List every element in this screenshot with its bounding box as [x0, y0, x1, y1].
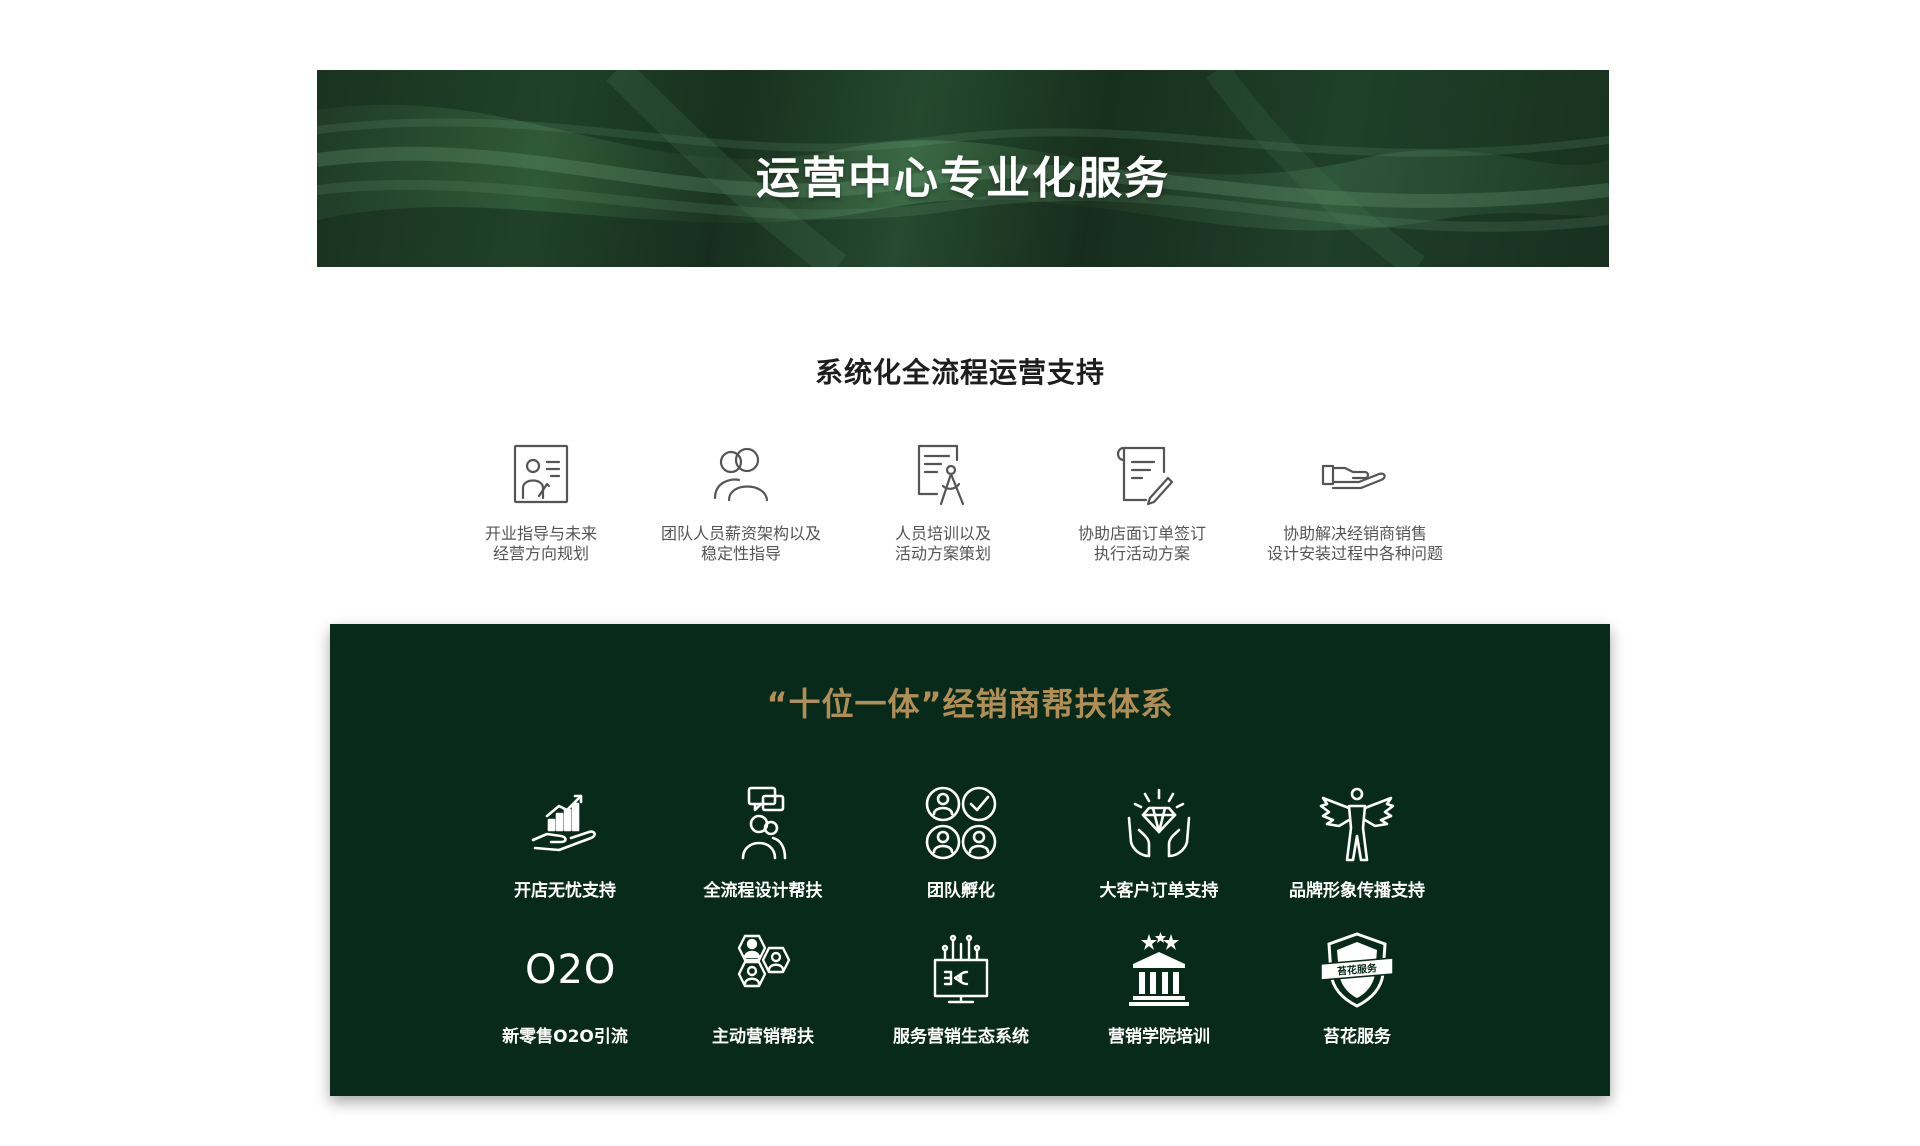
sys-item-label: 营销学院培训: [1108, 1027, 1210, 1047]
panel-title: “十位一体”经销商帮扶体系: [766, 685, 1174, 723]
sys-item-label: 主动营销帮扶: [712, 1027, 814, 1047]
winged-brand-icon: [1319, 787, 1395, 862]
sys-item-o2o: O2O 新零售O2O引流: [465, 930, 665, 1047]
order-sign-icon: [1116, 446, 1174, 506]
banner-title: 运营中心专业化服务: [756, 153, 1170, 204]
team-people-icon: [713, 447, 769, 502]
dealer-support-panel: “十位一体”经销商帮扶体系 开店无忧支持 全流程设计帮扶 团队孵化 大客户订单支…: [330, 624, 1610, 1096]
sys-item-label: 新零售O2O引流: [502, 1027, 628, 1047]
section-title-operations-support: 系统化全流程运营支持: [814, 356, 1105, 389]
shield-badge-icon: 苔花服务: [1320, 932, 1394, 1008]
o2o-text-icon: O2O: [525, 947, 617, 993]
team-grid-icon: [925, 786, 997, 860]
sys-item-service-ecosystem: 服务营销生态系统: [861, 930, 1061, 1047]
sys-item-active-marketing: 主动营销帮扶: [663, 930, 863, 1047]
sys-item-label: 品牌形象传播支持: [1289, 881, 1425, 901]
support-item-problem-solving: 协助解决经销商销售 设计安装过程中各种问题: [1235, 438, 1475, 564]
consultation-board-icon: [513, 444, 569, 504]
support-item-label: 协助店面订单签订 执行活动方案: [1077, 524, 1206, 563]
sys-item-label: 开店无忧支持: [514, 881, 616, 901]
sys-item-label: 全流程设计帮扶: [703, 881, 823, 901]
sys-item-brand-promotion: 品牌形象传播支持: [1257, 784, 1457, 901]
hexagon-people-icon: [737, 934, 791, 988]
ecosystem-monitor-icon: [933, 934, 989, 1004]
sys-item-marketing-academy: 营销学院培训: [1059, 930, 1259, 1047]
sys-item-label: 团队孵化: [927, 881, 995, 901]
sys-item-key-account: 大客户订单支持: [1059, 784, 1259, 901]
sys-item-taihua-service: 苔花服务 苔花服务: [1257, 930, 1457, 1047]
sys-item-label: 苔花服务: [1323, 1027, 1391, 1047]
training-document-icon: [917, 444, 965, 506]
sys-item-label: 大客户订单支持: [1099, 881, 1219, 901]
support-item-label: 协助解决经销商销售 设计安装过程中各种问题: [1266, 524, 1443, 563]
support-item-order-signing: 协助店面订单签订 执行活动方案: [1022, 438, 1262, 564]
sys-item-store-opening: 开店无忧支持: [465, 784, 665, 901]
diamond-hands-icon: [1127, 788, 1191, 858]
sys-item-team-incubation: 团队孵化: [861, 784, 1061, 901]
helping-hand-icon: [1321, 464, 1386, 490]
designer-chat-icon: [741, 786, 787, 860]
sys-item-design-support: 全流程设计帮扶: [663, 784, 863, 901]
hero-banner: 运营中心专业化服务: [317, 70, 1609, 267]
sys-item-label: 服务营销生态系统: [893, 1027, 1029, 1047]
academy-building-icon: [1129, 932, 1189, 1006]
growth-hand-icon: [531, 794, 596, 852]
